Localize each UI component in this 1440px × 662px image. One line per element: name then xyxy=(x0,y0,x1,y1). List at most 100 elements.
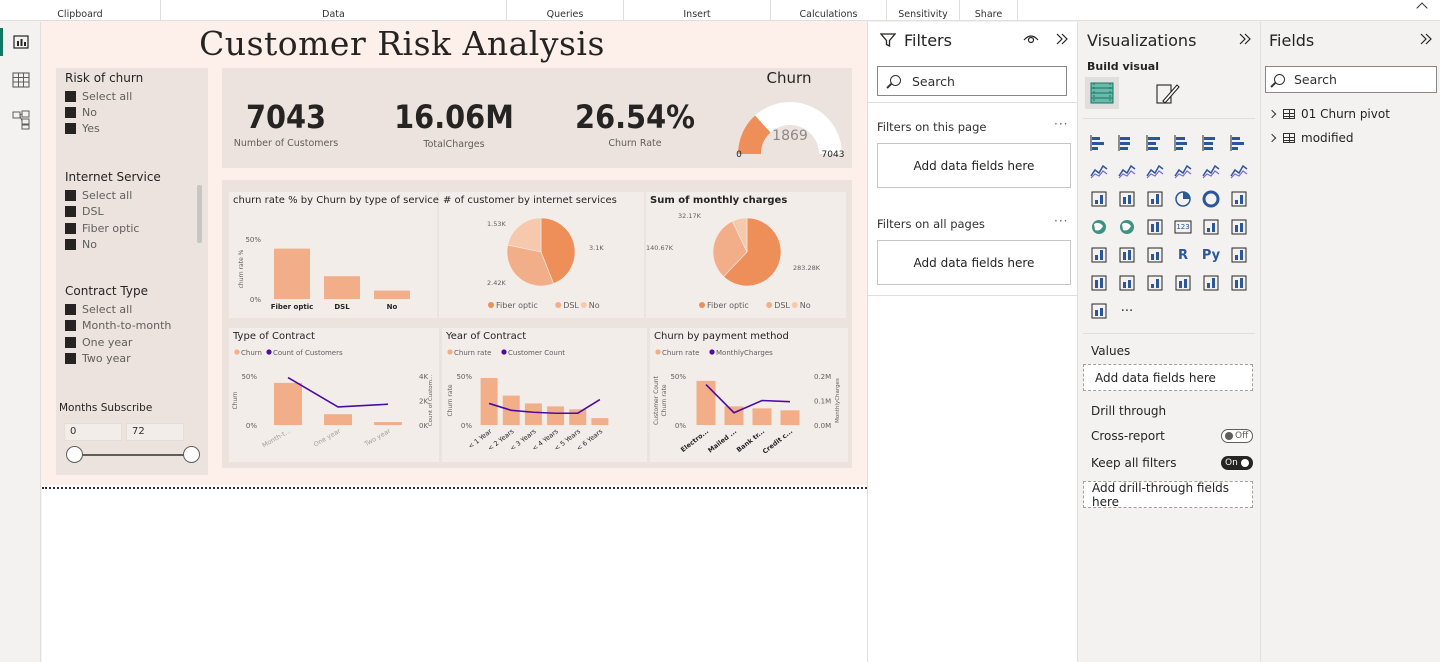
filters-search-input[interactable]: Search xyxy=(877,66,1067,96)
decomposition-tree-icon[interactable] xyxy=(1088,272,1110,294)
checkbox[interactable] xyxy=(65,304,76,315)
area-icon[interactable] xyxy=(1116,160,1138,182)
checkbox[interactable] xyxy=(65,223,76,234)
chart-card-contract-type[interactable]: Churn Count of Customers Churn 50% 0% 4K 2K 0K C… xyxy=(229,328,439,462)
field-table-modified[interactable]: modified xyxy=(1267,131,1354,145)
cross-report-toggle[interactable]: Off xyxy=(1221,429,1253,443)
python-visual-icon[interactable]: Py xyxy=(1200,244,1222,266)
r-visual-icon[interactable]: R xyxy=(1172,244,1194,266)
treemap-icon[interactable] xyxy=(1228,188,1250,210)
ribbon-group-share[interactable]: Share xyxy=(960,0,1018,21)
checkbox[interactable] xyxy=(65,206,76,217)
slicer-option[interactable]: Select all xyxy=(65,89,132,104)
key-influencers-icon[interactable] xyxy=(1228,244,1250,266)
more-options-icon[interactable]: ··· xyxy=(1054,117,1068,131)
slicer-option[interactable]: Fiber optic xyxy=(65,221,139,236)
drill-through-dropzone[interactable]: Add drill-through fields here xyxy=(1083,481,1253,509)
slicer-option[interactable]: DSL xyxy=(65,204,104,219)
power-apps-icon[interactable] xyxy=(1228,272,1250,294)
card-icon[interactable]: 123 xyxy=(1172,216,1194,238)
map-icon[interactable] xyxy=(1088,216,1110,238)
clustered-bar-icon[interactable] xyxy=(1144,132,1166,154)
donut-icon[interactable] xyxy=(1200,188,1222,210)
ribbon-group-sensitivity[interactable]: Sensitivity xyxy=(887,0,960,21)
collapse-ribbon-icon[interactable] xyxy=(1416,2,1428,14)
more-icon[interactable]: ··· xyxy=(1116,300,1138,322)
months-max-handle[interactable] xyxy=(183,446,200,463)
collapse-fields-icon[interactable] xyxy=(1419,33,1433,45)
collapse-filters-icon[interactable] xyxy=(1055,33,1069,45)
keep-filters-toggle[interactable]: On xyxy=(1221,456,1253,470)
months-max-input[interactable]: 72 xyxy=(126,423,184,441)
eye-icon[interactable] xyxy=(1023,33,1039,45)
line-column-icon[interactable] xyxy=(1172,160,1194,182)
qa-icon[interactable] xyxy=(1116,272,1138,294)
build-visual-button[interactable] xyxy=(1085,77,1119,109)
chart-card-payment-method[interactable]: Churn rate MonthlyCharges Churn rate Custom… xyxy=(650,328,848,462)
checkbox[interactable] xyxy=(65,123,76,134)
slicer-option[interactable]: Month-to-month xyxy=(65,318,171,333)
chevron-right-icon[interactable] xyxy=(1267,133,1277,143)
stacked-column-icon[interactable] xyxy=(1172,132,1194,154)
slicer-icon[interactable] xyxy=(1088,244,1110,266)
100-stacked-column-icon[interactable] xyxy=(1228,132,1250,154)
stacked-bar-icon[interactable] xyxy=(1088,132,1110,154)
ribbon-group-calculations[interactable]: Calculations xyxy=(771,0,887,21)
slicer-scrollbar[interactable] xyxy=(197,185,202,243)
100-stacked-bar-icon[interactable] xyxy=(1200,132,1222,154)
chart-card-monthly-charges[interactable]: 283.28K 140.67K 32.17K Fiber optic DSL No Sum… xyxy=(646,192,846,318)
slicer-option[interactable]: Select all xyxy=(65,188,132,203)
slicer-option[interactable]: Two year xyxy=(65,351,131,366)
kpi-icon[interactable] xyxy=(1228,216,1250,238)
table-icon[interactable] xyxy=(1116,244,1138,266)
multi-row-card-icon[interactable] xyxy=(1200,216,1222,238)
checkbox[interactable] xyxy=(65,320,76,331)
checkbox[interactable] xyxy=(65,239,76,250)
checkbox[interactable] xyxy=(65,91,76,102)
checkbox[interactable] xyxy=(65,337,76,348)
smart-narrative-icon[interactable] xyxy=(1144,272,1166,294)
more-options-icon[interactable]: ··· xyxy=(1054,214,1068,228)
fields-search-input[interactable]: Search xyxy=(1265,66,1437,93)
checkbox[interactable] xyxy=(65,353,76,364)
ribbon-group-clipboard[interactable]: Clipboard xyxy=(0,0,161,21)
collapse-visualizations-icon[interactable] xyxy=(1238,33,1252,45)
values-dropzone[interactable]: Add data fields here xyxy=(1083,364,1253,391)
chevron-right-icon[interactable] xyxy=(1267,109,1277,119)
all-pages-filter-dropzone[interactable]: Add data fields here xyxy=(877,240,1071,285)
page-filter-dropzone[interactable]: Add data fields here xyxy=(877,143,1071,188)
line-icon[interactable] xyxy=(1088,160,1110,182)
stacked-area-icon[interactable] xyxy=(1144,160,1166,182)
ribbon-group-data[interactable]: Data xyxy=(161,0,507,21)
format-visual-button[interactable] xyxy=(1153,79,1181,107)
slicer-option[interactable]: Select all xyxy=(65,302,132,317)
funnel-icon[interactable] xyxy=(1116,188,1138,210)
slicer-option[interactable]: One year xyxy=(65,335,132,350)
pie-icon[interactable] xyxy=(1172,188,1194,210)
matrix-icon[interactable] xyxy=(1144,244,1166,266)
clustered-column-icon[interactable] xyxy=(1116,132,1138,154)
filled-map-icon[interactable] xyxy=(1116,216,1138,238)
report-view-button[interactable] xyxy=(0,24,41,60)
paginated-icon[interactable] xyxy=(1200,272,1222,294)
model-view-button[interactable] xyxy=(0,102,41,138)
churn-gauge[interactable]: Churn 1869 0 7043 xyxy=(727,68,857,168)
power-automate-icon[interactable] xyxy=(1088,300,1110,322)
gauge-icon[interactable] xyxy=(1144,216,1166,238)
report-canvas[interactable]: Customer Risk Analysis Risk of churn Sel… xyxy=(42,22,867,662)
chart-card-churn-service[interactable]: churn rate % 50% 0% Fiber optic DSL No churn … xyxy=(229,192,439,318)
ribbon-icon[interactable] xyxy=(1200,160,1222,182)
slicer-option[interactable]: No xyxy=(65,237,97,252)
trophy-icon[interactable] xyxy=(1172,272,1194,294)
chart-card-customer-internet[interactable]: 3.1K 2.42K 1.53K Fiber optic DSL No # of cust… xyxy=(439,192,644,318)
checkbox[interactable] xyxy=(65,190,76,201)
table-view-button[interactable] xyxy=(0,62,41,98)
slicer-option[interactable]: Yes xyxy=(65,121,100,136)
chart-card-year-contract[interactable]: Churn rate Customer Count Churn rate 50% 0% <… xyxy=(442,328,647,462)
scatter-icon[interactable] xyxy=(1144,188,1166,210)
waterfall-line-icon[interactable] xyxy=(1228,160,1250,182)
months-min-handle[interactable] xyxy=(66,446,83,463)
ribbon-group-queries[interactable]: Queries xyxy=(507,0,624,21)
checkbox[interactable] xyxy=(65,107,76,118)
field-table-churn-pivot[interactable]: 01 Churn pivot xyxy=(1267,107,1390,121)
